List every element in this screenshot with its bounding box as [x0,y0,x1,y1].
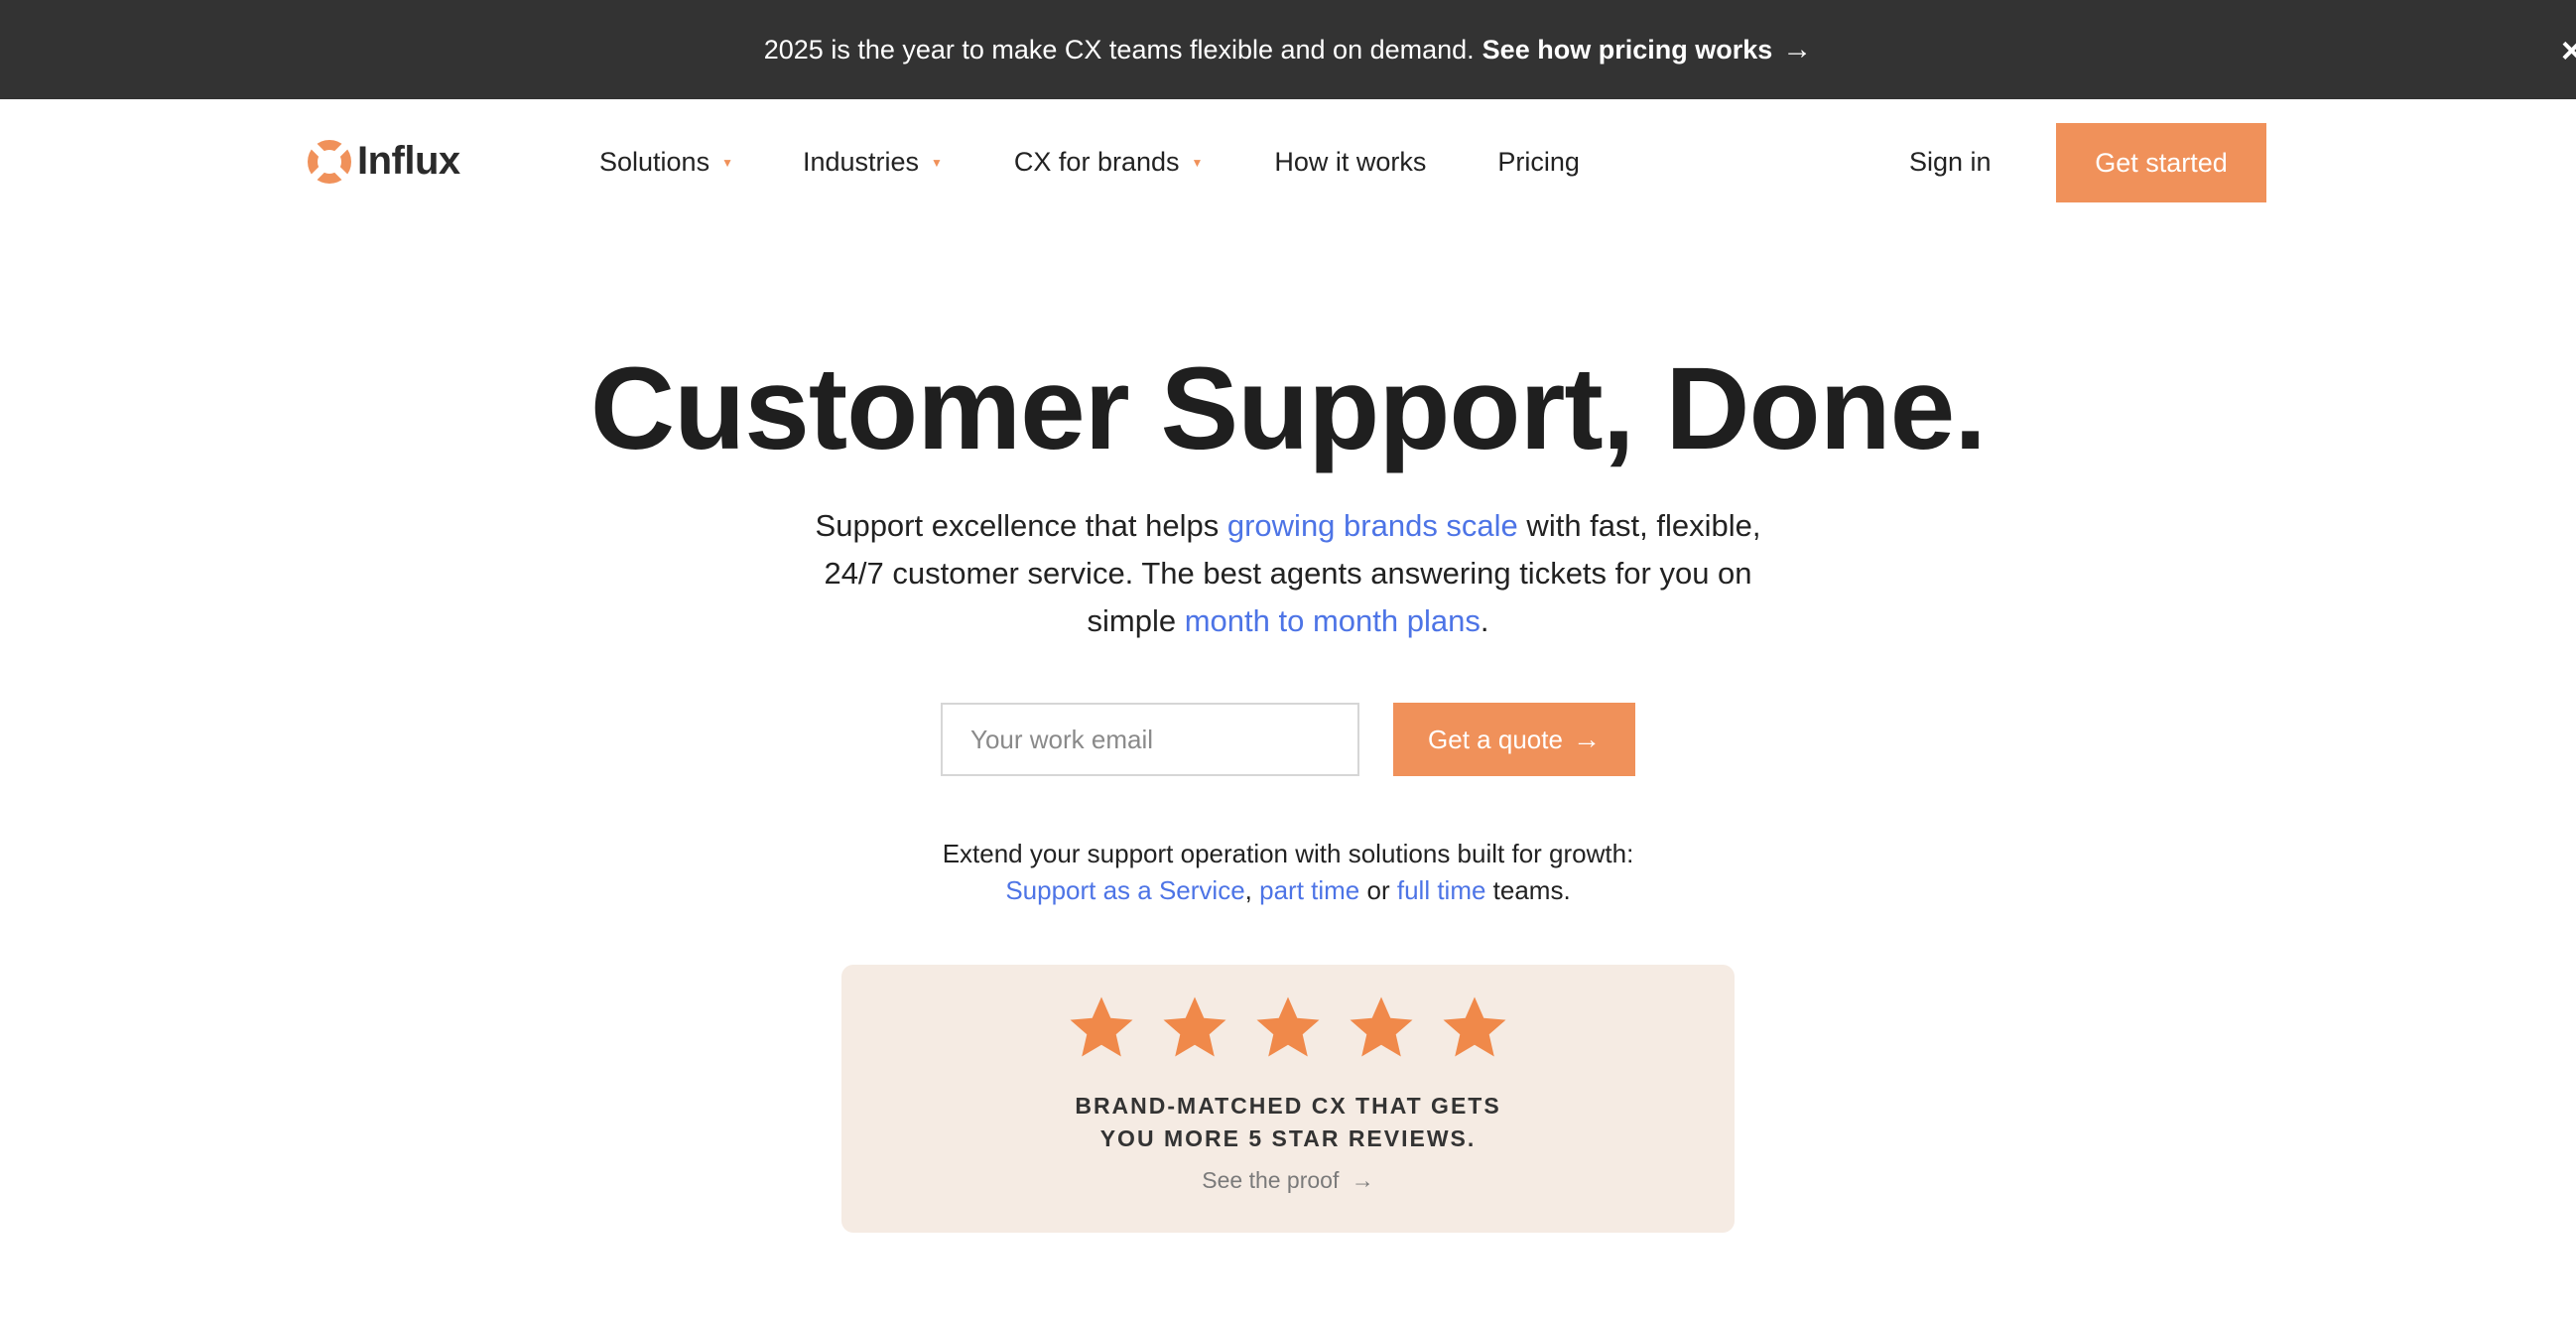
logo-text: Influx [357,139,460,183]
hero-subtitle-text: . [1480,603,1489,638]
review-heading: BRAND-MATCHED CX THAT GETS YOU MORE 5 ST… [841,1090,1735,1155]
pricing-link[interactable]: See how pricing works → [1482,33,1813,66]
nav-item-label: Solutions [599,147,710,177]
caret-down-icon: ▼ [1191,155,1204,170]
hero-title: Customer Support, Done. [589,343,1987,474]
nav-item-label: Pricing [1497,147,1580,177]
caret-down-icon: ▼ [931,155,943,170]
review-heading-line: YOU MORE 5 STAR REVIEWS. [1099,1125,1477,1151]
announcement-bar: 2025 is the year to make CX teams flexib… [0,0,2576,99]
star-icon [1256,996,1320,1057]
see-the-proof-label: See the proof [1202,1167,1340,1193]
nav-item-pricing[interactable]: Pricing [1497,147,1580,178]
extend-text: Extend your support operation with solut… [0,836,2576,909]
review-card: BRAND-MATCHED CX THAT GETS YOU MORE 5 ST… [841,965,1735,1233]
extend-line-1: Extend your support operation with solut… [942,839,1634,868]
nav-item-how-it-works[interactable]: How it works [1274,147,1426,178]
nav-item-solutions[interactable]: Solutions ▼ [599,147,733,178]
nav-item-label: CX for brands [1013,147,1180,177]
arrow-right-icon: → [1351,1167,1374,1193]
review-heading-line: BRAND-MATCHED CX THAT GETS [1075,1093,1501,1119]
get-a-quote-label: Get a quote [1428,724,1563,754]
star-icon [1070,996,1133,1057]
arrow-right-icon: → [1572,724,1601,754]
arrow-right-icon: → [1782,33,1813,66]
star-icon [1163,996,1226,1057]
work-email-input[interactable] [941,703,1359,776]
see-the-proof-link[interactable]: See the proof → [841,1167,1735,1194]
star-icon [1350,996,1413,1057]
extend-separator: or [1359,875,1397,905]
get-started-button[interactable]: Get started [2056,123,2266,202]
sign-in-link[interactable]: Sign in [1909,147,1992,178]
part-time-link[interactable]: part time [1259,875,1359,905]
star-rating [841,992,1735,1064]
full-time-link[interactable]: full time [1397,875,1486,905]
star-icon [1443,996,1506,1057]
pricing-link-label: See how pricing works [1481,34,1773,65]
logo[interactable]: Influx [308,139,460,184]
main-nav: Influx Solutions ▼ Industries ▼ CX for b… [0,99,2576,228]
month-to-month-link[interactable]: month to month plans [1185,603,1481,638]
hero-subtitle: Support excellence that helps growing br… [792,502,1784,645]
nav-item-label: Industries [802,147,920,177]
growing-brands-link[interactable]: growing brands scale [1227,508,1518,543]
support-as-a-service-link[interactable]: Support as a Service [1005,875,1244,905]
nav-item-label: How it works [1274,147,1427,177]
caret-down-icon: ▼ [721,155,733,170]
nav-item-industries[interactable]: Industries ▼ [803,147,943,178]
get-a-quote-button[interactable]: Get a quote → [1393,703,1635,776]
nav-item-cx-for-brands[interactable]: CX for brands ▼ [1014,147,1203,178]
extend-tail: teams. [1485,875,1571,905]
lifebuoy-icon [308,139,351,184]
announcement-message: 2025 is the year to make CX teams flexib… [763,34,1475,65]
nav-menu: Solutions ▼ Industries ▼ CX for brands ▼… [599,147,1580,178]
close-icon[interactable]: × [2561,30,2576,71]
extend-separator: , [1244,875,1260,905]
hero-subtitle-text: Support excellence that helps [815,508,1227,543]
extend-line-2: Support as a Service, part time or full … [0,872,2576,909]
